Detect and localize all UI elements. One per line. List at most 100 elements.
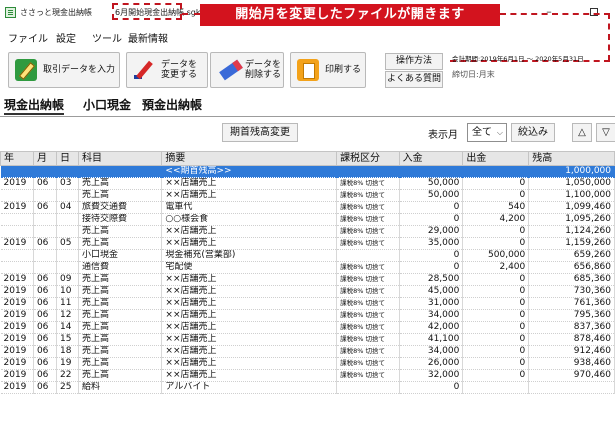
cell-tax: 課税8% 切捨て [336,189,400,202]
tab-cash-book[interactable]: 現金出納帳 [4,95,65,115]
month-select[interactable]: 全て ⌵ [467,123,507,142]
cell-withdrawal: 0 [462,273,530,286]
table-row[interactable]: 小口現金 現金補充(営業部) 0 500,000 659,260 [0,249,615,262]
cell-balance: 656,860 [528,261,615,274]
change-data-button[interactable]: データを 変更する [126,52,208,88]
cell-description: ××店舗売上 [161,369,338,382]
column-header[interactable]: 課税区分 [336,151,400,166]
table-row[interactable]: 2019 06 03 売上高 ××店舗売上 課税8% 切捨て 50,000 0 1,050,00… [0,177,615,190]
faq-button[interactable]: よくある質問 [385,71,443,88]
minimize-button[interactable]: – [530,0,568,24]
column-header[interactable]: 科目 [77,151,163,166]
table-row[interactable]: 2019 06 22 売上高 ××店舗売上 課税8% 切捨て 32,000 0 970,460 [0,369,615,382]
table-row[interactable]: 2019 06 11 売上高 ××店舗売上 課税8% 切捨て 31,000 0 761,360 [0,297,615,310]
cell-month: 06 [33,381,58,394]
cell-deposit [399,165,464,178]
cell-description: ○○様会食 [161,213,338,226]
column-header[interactable]: 月 [32,151,58,166]
cell-account: 売上高 [78,369,163,382]
cell-year: 2019 [0,297,34,310]
cell-day: 18 [56,345,79,358]
cell-withdrawal: 0 [462,225,530,238]
table-row[interactable]: 接待交際費 ○○様会食 課税8% 切捨て 0 4,200 1,095,260 [0,213,615,226]
cell-withdrawal: 0 [462,237,530,250]
table-row[interactable]: 2019 06 10 売上高 ××店舗売上 課税8% 切捨て 45,000 0 730,360 [0,285,615,298]
cell-month: 06 [33,201,58,214]
cell-day: 09 [56,273,79,286]
cell-month: 06 [33,177,58,190]
table-row[interactable]: 2019 06 25 給料 アルバイト 0 [0,381,615,394]
table-row[interactable]: 通信費 宅配便 課税8% 切捨て 0 2,400 656,860 [0,261,615,274]
cell-account: 通信費 [78,261,163,274]
opening-balance-button[interactable]: 期首残高変更 [222,123,298,142]
table-row[interactable]: 2019 06 18 売上高 ××店舗売上 課税8% 切捨て 34,000 0 912,460 [0,345,615,358]
cell-withdrawal: 0 [462,345,530,358]
cell-month [33,225,58,238]
move-up-button[interactable]: △ [572,123,592,142]
eraser-icon [217,59,239,81]
column-header[interactable]: 残高 [528,151,615,166]
cell-month: 06 [33,297,58,310]
cell-year: 2019 [0,177,34,190]
cell-tax: 課税8% 切捨て [336,285,400,298]
cell-year: 2019 [0,381,34,394]
cell-tax: 課税8% 切捨て [336,237,400,250]
cell-day: 03 [56,177,79,190]
table-row[interactable]: 2019 06 09 売上高 ××店舗売上 課税8% 切捨て 28,500 0 685,360 [0,273,615,286]
cell-day [56,213,79,226]
table-row[interactable]: 2019 06 05 売上高 ××店舗売上 課税8% 切捨て 35,000 0 1,159,26… [0,237,615,250]
cell-description: ××店舗売上 [161,309,338,322]
column-header[interactable]: 日 [56,151,79,166]
narrow-button[interactable]: 絞込み [511,123,555,142]
opening-balance-row[interactable]: <<期首残高>> 1,000,000 [0,165,615,178]
print-button[interactable]: 印刷する [290,52,366,88]
cell-month [33,249,58,262]
cell-month: 06 [33,357,58,370]
cell-withdrawal: 0 [462,333,530,346]
column-header[interactable]: 年 [0,151,34,166]
chevron-down-icon: ⌵ [496,128,503,137]
menu-bar: ファイル 設定 ツール 最新情報 [0,27,615,45]
column-header[interactable]: 入金 [398,151,464,166]
cell-description: ××店舗売上 [161,321,338,334]
cell-account: 売上高 [78,309,163,322]
cell-day: 05 [56,237,79,250]
table-row[interactable]: 2019 06 12 売上高 ××店舗売上 課税8% 切捨て 34,000 0 795,360 [0,309,615,322]
cell-day: 11 [56,297,79,310]
table-row[interactable]: 2019 06 04 旅費交通費 電車代 課税8% 切捨て 0 540 1,099,460 [0,201,615,214]
table-row[interactable]: 売上高 ××店舗売上 課税8% 切捨て 50,000 0 1,100,000 [0,189,615,202]
cell-deposit: 0 [399,213,464,226]
cell-year [0,261,34,274]
column-header[interactable]: 摘要 [161,151,338,166]
cell-balance: 795,360 [528,309,615,322]
tab-petty-cash[interactable]: 小口現金 [83,95,131,115]
file-title-highlight [112,3,182,20]
cell-year: 2019 [0,309,34,322]
cell-balance: 1,159,260 [528,237,615,250]
menu-tools[interactable]: ツール [92,30,122,45]
column-header[interactable]: 出金 [462,151,530,166]
delete-data-button[interactable]: データを 削除する [210,52,284,88]
menu-file[interactable]: ファイル [8,30,48,45]
table-row[interactable]: 2019 06 19 売上高 ××店舗売上 課税8% 切捨て 26,000 0 938,460 [0,357,615,370]
cell-description: ××店舗売上 [161,345,338,358]
month-select-value: 全て [472,127,492,138]
menu-settings[interactable]: 設定 [56,30,76,45]
cell-tax: 課税8% 切捨て [336,225,400,238]
cell-deposit: 26,000 [399,357,464,370]
tab-deposit-book[interactable]: 預金出納帳 [142,95,202,115]
cell-withdrawal: 500,000 [462,249,530,262]
manual-button[interactable]: 操作方法 [385,53,443,70]
cell-account: 売上高 [78,225,163,238]
table-row[interactable]: 2019 06 14 売上高 ××店舗売上 課税8% 切捨て 42,000 0 837,360 [0,321,615,334]
input-transaction-button[interactable]: 取引データを入力 [8,52,120,88]
cell-tax: 課税8% 切捨て [336,177,400,190]
cell-tax: 課税8% 切捨て [336,321,400,334]
cell-account: 売上高 [78,237,163,250]
move-down-button[interactable]: ▽ [596,123,615,142]
cell-account: 売上高 [78,285,163,298]
menu-news[interactable]: 最新情報 [128,30,168,45]
cell-tax [336,165,400,178]
table-row[interactable]: 2019 06 15 売上高 ××店舗売上 課税8% 切捨て 41,100 0 878,460 [0,333,615,346]
table-row[interactable]: 売上高 ××店舗売上 課税8% 切捨て 29,000 0 1,124,260 [0,225,615,238]
